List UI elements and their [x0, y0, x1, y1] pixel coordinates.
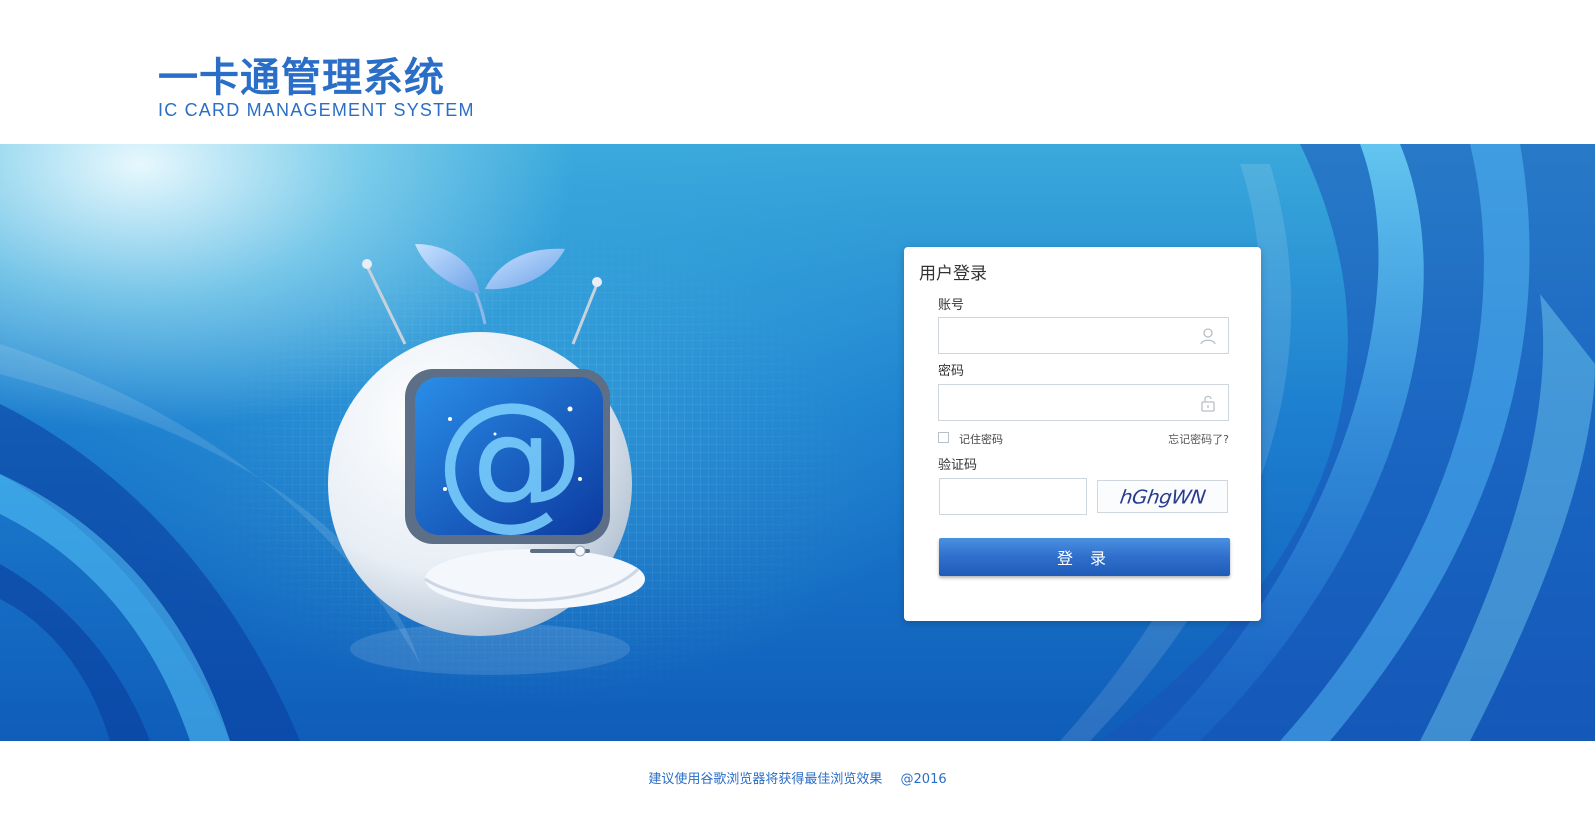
account-field[interactable]: [938, 317, 1229, 354]
remember-label: 记住密码: [959, 433, 1003, 446]
mascot-illustration: @: [328, 244, 645, 675]
password-label: 密码: [938, 364, 965, 379]
svg-text:@: @: [435, 371, 585, 545]
remember-checkbox[interactable]: [938, 432, 949, 443]
account-input[interactable]: [939, 318, 1209, 353]
account-label: 账号: [938, 298, 965, 313]
lock-icon: [1201, 395, 1215, 412]
user-icon: [1200, 328, 1216, 345]
logo: 一卡通管理系统 IC CARD MANAGEMENT SYSTEM: [158, 56, 488, 120]
footer: 建议使用谷歌浏览器将获得最佳浏览效果 @2016: [0, 768, 1595, 787]
footer-copyright: @2016: [900, 772, 947, 787]
captcha-image-text: hGhgWN: [1118, 485, 1207, 508]
hero-banner: @: [0, 144, 1595, 741]
captcha-input[interactable]: [940, 479, 1086, 514]
captcha-field[interactable]: [939, 478, 1087, 515]
banner-wave-art: [0, 144, 1595, 741]
forgot-password-link[interactable]: 忘记密码了?: [1168, 431, 1229, 447]
login-title: 用户登录: [919, 264, 987, 284]
login-panel: 用户登录 账号 密码 记住密码 忘记密码了? 验证码 hGhgWN 登 录: [904, 247, 1261, 621]
remember-row: 记住密码 忘记密码了?: [938, 431, 1229, 447]
logo-subtitle: IC CARD MANAGEMENT SYSTEM: [158, 100, 475, 120]
captcha-image[interactable]: hGhgWN: [1097, 480, 1228, 513]
captcha-label: 验证码: [938, 458, 978, 473]
password-input[interactable]: [939, 385, 1209, 420]
password-field[interactable]: [938, 384, 1229, 421]
footer-tip: 建议使用谷歌浏览器将获得最佳浏览效果: [648, 772, 883, 787]
login-button[interactable]: 登 录: [939, 538, 1230, 576]
logo-title: 一卡通管理系统: [158, 55, 445, 101]
